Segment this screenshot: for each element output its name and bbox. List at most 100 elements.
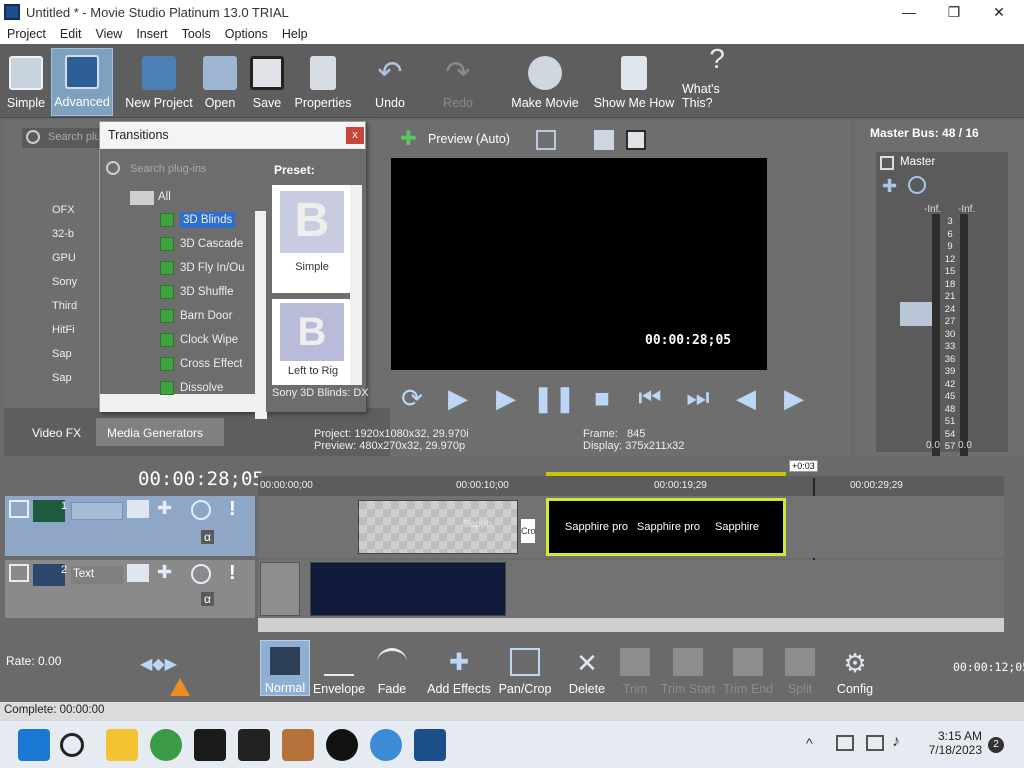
redo-button[interactable]: ↷ Redo bbox=[438, 48, 478, 116]
menu-project[interactable]: Project bbox=[0, 27, 53, 41]
track-solo-icon[interactable]: ! bbox=[229, 498, 236, 521]
track-name-field[interactable]: Text bbox=[71, 566, 123, 584]
properties-button[interactable]: Properties bbox=[294, 48, 352, 116]
volume-icon[interactable]: ♪ bbox=[892, 733, 900, 751]
add-effects-button[interactable]: ✚ Add Effects bbox=[426, 640, 492, 696]
master-fx-icon[interactable] bbox=[880, 156, 894, 170]
transition-item[interactable]: 3D Cascade bbox=[160, 234, 243, 254]
whats-this-button[interactable]: ? What's This? bbox=[682, 43, 752, 116]
transition-item[interactable]: Dissolve bbox=[160, 378, 223, 398]
tree-root-all[interactable]: All bbox=[158, 191, 171, 203]
make-movie-button[interactable]: Make Movie bbox=[509, 48, 581, 116]
track-motion-icon[interactable] bbox=[127, 564, 149, 582]
tab-media-generators[interactable]: Media Generators bbox=[96, 418, 224, 446]
rate-slider[interactable]: ◀◆▶ bbox=[140, 654, 177, 674]
folder-item[interactable]: Sap bbox=[52, 372, 102, 396]
text-clip[interactable] bbox=[260, 562, 300, 616]
folder-item[interactable]: GPU bbox=[52, 252, 102, 276]
fade-tool-button[interactable]: Fade bbox=[372, 640, 412, 696]
menu-view[interactable]: View bbox=[88, 27, 129, 41]
start-icon[interactable] bbox=[18, 729, 50, 761]
next-frame-icon[interactable]: ▶ bbox=[777, 381, 811, 415]
track-alpha-icon[interactable]: α bbox=[201, 530, 214, 544]
menu-edit[interactable]: Edit bbox=[53, 27, 89, 41]
loop-region-bar[interactable] bbox=[546, 472, 786, 476]
loop-icon[interactable]: ⟳ bbox=[395, 381, 429, 415]
rate-thumb-icon[interactable] bbox=[170, 678, 190, 696]
track-fx-icon[interactable]: ✚ bbox=[157, 498, 172, 519]
7zip-icon[interactable] bbox=[238, 729, 270, 761]
transition-item[interactable]: Cross Effect bbox=[160, 354, 242, 374]
track-solo-icon[interactable]: ! bbox=[229, 562, 236, 585]
pan-crop-button[interactable]: Pan/Crop bbox=[498, 640, 552, 696]
open-button[interactable]: Open bbox=[200, 48, 240, 116]
config-button[interactable]: ⚙ Config bbox=[834, 640, 876, 696]
menu-tools[interactable]: Tools bbox=[175, 27, 218, 41]
tab-video-fx[interactable]: Video FX bbox=[32, 426, 81, 440]
folder-item[interactable]: 32-b bbox=[52, 228, 102, 252]
transition-item[interactable]: Clock Wipe bbox=[160, 330, 238, 350]
copy-frame-icon[interactable] bbox=[594, 130, 614, 150]
transition-item[interactable]: 3D Fly In/Ou bbox=[160, 258, 245, 278]
advanced-button[interactable]: Advanced bbox=[51, 48, 113, 116]
previous-frame-icon[interactable]: ◀ bbox=[729, 381, 763, 415]
new-project-button[interactable]: New Project bbox=[124, 48, 194, 116]
menu-help[interactable]: Help bbox=[275, 27, 315, 41]
stop-icon[interactable]: ■ bbox=[585, 381, 619, 415]
save-button[interactable]: Save bbox=[250, 48, 284, 116]
track-motion-icon[interactable] bbox=[127, 500, 149, 518]
folder-item[interactable]: OFX bbox=[52, 204, 102, 228]
menu-insert[interactable]: Insert bbox=[129, 27, 174, 41]
go-to-end-icon[interactable]: ⏭ bbox=[681, 381, 715, 415]
track-name-field[interactable] bbox=[71, 502, 123, 520]
go-to-start-icon[interactable]: ⏮ bbox=[633, 381, 667, 415]
preset-thumb-left-to-right[interactable]: B Left to Rig bbox=[272, 299, 350, 385]
folder-item[interactable]: Sony bbox=[52, 276, 102, 300]
trim-button[interactable]: Trim bbox=[614, 640, 656, 696]
play-icon[interactable]: ▶ bbox=[489, 381, 523, 415]
folder-item[interactable]: Third bbox=[52, 300, 102, 324]
timeline-hscrollbar[interactable] bbox=[258, 618, 1004, 632]
split-button[interactable]: Split bbox=[778, 640, 822, 696]
preset-thumb-simple[interactable]: B Simple bbox=[272, 185, 350, 293]
trim-end-button[interactable]: Trim End bbox=[722, 640, 774, 696]
track-fx-icon[interactable]: ✚ bbox=[157, 562, 172, 583]
transparent-clip[interactable]: Sapph Cro bbox=[358, 500, 536, 554]
preset-scrollbar[interactable] bbox=[350, 185, 362, 385]
folder-item[interactable]: HitFi bbox=[52, 324, 102, 348]
normal-tool-button[interactable]: Normal bbox=[260, 640, 310, 696]
globe-app-icon[interactable] bbox=[370, 729, 402, 761]
maximize-button[interactable]: ❐ bbox=[931, 0, 977, 24]
track-mute-icon[interactable] bbox=[191, 564, 211, 584]
file-explorer-icon[interactable] bbox=[106, 729, 138, 761]
track-expand-icon[interactable] bbox=[9, 564, 29, 582]
show-me-how-button[interactable]: Show Me How bbox=[593, 48, 675, 116]
transition-item[interactable]: 3D Blinds bbox=[160, 210, 236, 230]
track-expand-icon[interactable] bbox=[9, 500, 29, 518]
minimize-button[interactable]: — bbox=[886, 0, 932, 24]
master-mute-icon[interactable] bbox=[908, 176, 926, 194]
menu-options[interactable]: Options bbox=[218, 27, 275, 41]
undo-button[interactable]: ↶ Undo bbox=[370, 48, 410, 116]
pause-icon[interactable]: ❚❚ bbox=[532, 381, 576, 415]
preview-mode-dropdown[interactable]: Preview (Auto) bbox=[428, 132, 510, 146]
trim-start-button[interactable]: Trim Start bbox=[660, 640, 716, 696]
network-icon[interactable] bbox=[836, 735, 854, 751]
transition-item[interactable]: Barn Door bbox=[160, 306, 232, 326]
envelope-tool-button[interactable]: Envelope bbox=[313, 640, 365, 696]
grid-overlay-icon[interactable] bbox=[536, 130, 556, 150]
record-app-icon[interactable] bbox=[326, 729, 358, 761]
chrome-icon[interactable] bbox=[150, 729, 182, 761]
sapphire-clip[interactable]: Sapphire pro Sapphire pro Sapphire bbox=[546, 498, 786, 556]
folder-item[interactable]: Sap bbox=[52, 348, 102, 372]
transitions-close-button[interactable]: x bbox=[346, 127, 364, 144]
delete-button[interactable]: ✕ Delete bbox=[566, 640, 608, 696]
track-2-header[interactable]: 2 Text ✚ ! α bbox=[5, 560, 255, 618]
master-volume-fader[interactable] bbox=[900, 302, 934, 326]
favorites-app-icon[interactable] bbox=[194, 729, 226, 761]
movie-studio-icon[interactable] bbox=[414, 729, 446, 761]
tool-app-icon[interactable] bbox=[282, 729, 314, 761]
notification-badge[interactable]: 2 bbox=[988, 737, 1004, 753]
track-alpha-icon[interactable]: α bbox=[201, 592, 214, 606]
display-icon[interactable] bbox=[866, 735, 884, 751]
